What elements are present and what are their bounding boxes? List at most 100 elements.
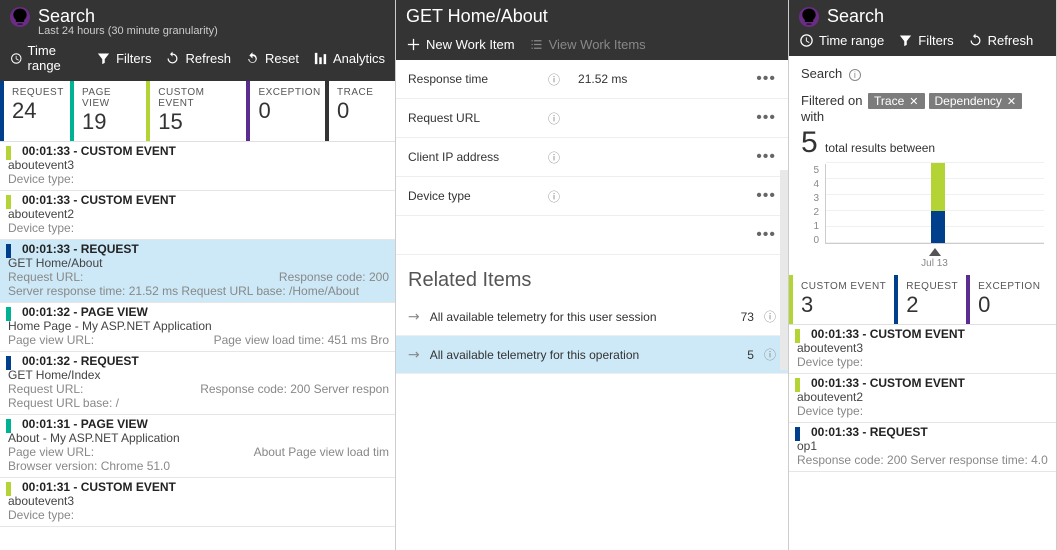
info-icon[interactable]: ⓘ: [548, 149, 560, 166]
refresh-icon: [968, 33, 983, 48]
info-icon[interactable]: ⓘ: [548, 71, 560, 88]
filter-summary: Filtered on Trace✕Dependency✕ with: [789, 81, 1056, 126]
close-icon[interactable]: ✕: [1007, 95, 1016, 108]
detail-property: Device typeⓘ•••: [396, 177, 788, 216]
info-icon[interactable]: ⓘ: [764, 308, 776, 325]
close-icon[interactable]: ✕: [909, 95, 918, 108]
right-stats: CUSTOM EVENT3 REQUEST2 EXCEPTION0: [789, 275, 1056, 325]
item-line: GET Home/About: [8, 256, 389, 270]
search-pane-right: Search Time range Filters Refresh Search…: [789, 0, 1057, 550]
item-line: aboutevent3: [8, 494, 389, 508]
related-count: 73: [730, 310, 754, 324]
item-line: Request URL:Response code: 200 Server re…: [8, 382, 389, 396]
stat-request[interactable]: REQUEST2: [894, 275, 966, 324]
list-item[interactable]: 00:01:33 - CUSTOM EVENTaboutevent3Device…: [0, 142, 395, 191]
type-indicator: [795, 378, 800, 392]
item-title: 00:01:32 - REQUEST: [22, 354, 389, 368]
stat-exception[interactable]: EXCEPTION0: [966, 275, 1048, 324]
list-item[interactable]: 00:01:33 - CUSTOM EVENTaboutevent2Device…: [0, 191, 395, 240]
item-line: Request URL base: /: [8, 396, 389, 410]
stat-page-view[interactable]: PAGE VIEW19: [70, 81, 146, 141]
item-title: 00:01:33 - CUSTOM EVENT: [22, 193, 389, 207]
filters-button[interactable]: Filters: [96, 51, 151, 66]
list-item[interactable]: 00:01:33 - CUSTOM EVENTaboutevent2Device…: [789, 374, 1056, 423]
view-work-items-button: View Work Items: [529, 37, 646, 52]
reset-icon: [245, 51, 260, 66]
plus-icon: [406, 37, 421, 52]
info-icon[interactable]: ⓘ: [548, 188, 560, 205]
item-line: Server response time: 21.52 ms Request U…: [8, 284, 389, 298]
stat-custom-event[interactable]: CUSTOM EVENT15: [146, 81, 246, 141]
right-content: Search i Filtered on Trace✕Dependency✕ w…: [789, 56, 1056, 550]
link-arrow-icon: ↗: [404, 344, 424, 364]
related-text: All available telemetry for this operati…: [430, 348, 720, 362]
time-range-button[interactable]: Time range: [799, 33, 884, 48]
item-line: aboutevent2: [797, 390, 1050, 404]
list-item[interactable]: 00:01:33 - CUSTOM EVENTaboutevent3Device…: [789, 325, 1056, 374]
filter-icon: [96, 51, 111, 66]
chart-yaxis: 543210: [801, 164, 819, 248]
item-title: 00:01:33 - CUSTOM EVENT: [811, 327, 1050, 341]
list-item[interactable]: 00:01:31 - CUSTOM EVENTaboutevent3Device…: [0, 478, 395, 527]
item-line: Page view URL:About Page view load tim: [8, 445, 389, 459]
more-icon[interactable]: •••: [756, 70, 776, 88]
details-pane: GET Home/About New Work Item View Work I…: [396, 0, 789, 550]
filters-button[interactable]: Filters: [898, 33, 953, 48]
more-icon[interactable]: •••: [756, 109, 776, 127]
related-item[interactable]: ↗ All available telemetry for this operat…: [396, 336, 788, 374]
reset-button[interactable]: Reset: [245, 51, 299, 66]
item-line: Device type:: [797, 355, 1050, 369]
info-icon[interactable]: ⓘ: [548, 110, 560, 127]
list-item[interactable]: 00:01:33 - REQUESTGET Home/AboutRequest …: [0, 240, 395, 303]
related-item[interactable]: ↗All available telemetry for this user s…: [396, 298, 788, 336]
list-item[interactable]: 00:01:32 - PAGE VIEWHome Page - My ASP.N…: [0, 303, 395, 352]
analytics-icon: [313, 51, 328, 66]
filter-chip[interactable]: Trace✕: [868, 93, 924, 109]
item-title: 00:01:33 - REQUEST: [22, 242, 389, 256]
item-line: Request URL:Response code: 200: [8, 270, 389, 284]
time-range-button[interactable]: Time range: [10, 43, 82, 73]
filter-chip[interactable]: Dependency✕: [929, 93, 1023, 109]
type-indicator: [6, 307, 11, 321]
timeline-chart[interactable]: 543210 Jul 13: [789, 160, 1056, 269]
list-item[interactable]: 00:01:31 - PAGE VIEWAbout - My ASP.NET A…: [0, 415, 395, 478]
type-indicator: [6, 419, 11, 433]
stat-trace[interactable]: TRACE0: [325, 81, 395, 141]
item-line: GET Home/Index: [8, 368, 389, 382]
type-indicator: [6, 195, 11, 209]
search-field-label[interactable]: Search i: [789, 56, 1056, 81]
insights-bulb-icon: [799, 7, 819, 27]
stat-request[interactable]: REQUEST24: [0, 81, 70, 141]
more-icon[interactable]: •••: [756, 187, 776, 205]
item-title: 00:01:32 - PAGE VIEW: [22, 305, 389, 319]
clock-icon: [10, 51, 23, 66]
info-icon[interactable]: ⓘ: [764, 346, 776, 363]
item-line: aboutevent3: [797, 341, 1050, 355]
refresh-button[interactable]: Refresh: [165, 51, 231, 66]
refresh-button[interactable]: Refresh: [968, 33, 1034, 48]
filter-icon: [898, 33, 913, 48]
item-line: op1: [797, 439, 1050, 453]
list-item[interactable]: 00:01:32 - REQUESTGET Home/IndexRequest …: [0, 352, 395, 415]
stat-custom-event[interactable]: CUSTOM EVENT3: [789, 275, 894, 324]
search-pane-left: Search Last 24 hours (30 minute granular…: [0, 0, 396, 550]
stat-exception[interactable]: EXCEPTION0: [246, 81, 325, 141]
item-line: Device type:: [797, 404, 1050, 418]
scrollbar-track[interactable]: [780, 170, 788, 370]
more-icon[interactable]: •••: [756, 148, 776, 166]
new-work-item-button[interactable]: New Work Item: [406, 37, 515, 52]
left-content[interactable]: REQUEST24 PAGE VIEW19 CUSTOM EVENT15 EXC…: [0, 81, 395, 550]
item-title: 00:01:33 - CUSTOM EVENT: [811, 376, 1050, 390]
type-indicator: [6, 356, 11, 370]
chart-marker-icon: [929, 248, 941, 256]
clock-icon: [799, 33, 814, 48]
type-indicator: [795, 329, 800, 343]
type-indicator: [6, 146, 11, 160]
item-line: aboutevent3: [8, 158, 389, 172]
item-line: Browser version: Chrome 51.0: [8, 459, 389, 473]
list-item[interactable]: 00:01:33 - REQUESTop1Response code: 200 …: [789, 423, 1056, 472]
analytics-button[interactable]: Analytics: [313, 51, 385, 66]
refresh-icon: [165, 51, 180, 66]
detail-property: Client IP addressⓘ•••: [396, 138, 788, 177]
more-icon[interactable]: •••: [756, 226, 776, 244]
